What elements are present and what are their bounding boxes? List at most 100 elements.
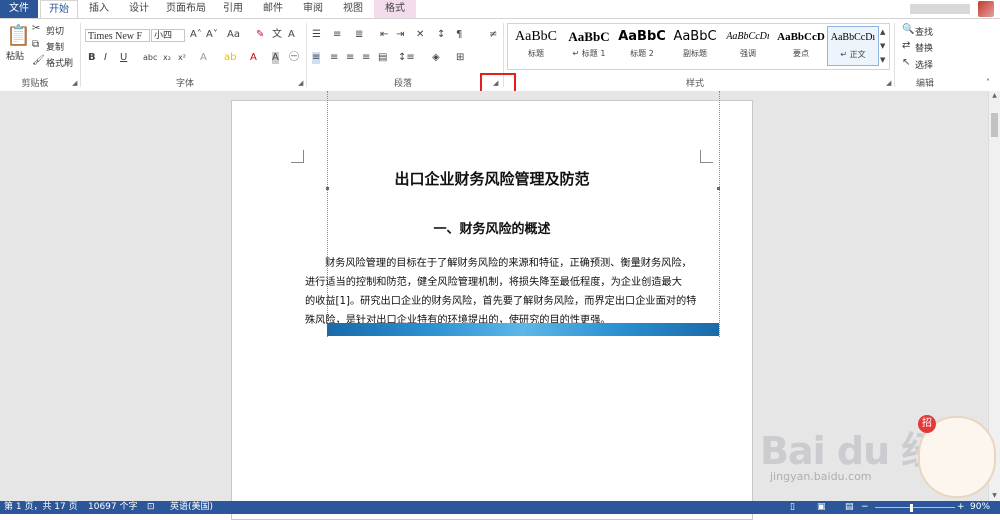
zoom-out-icon[interactable]: − bbox=[861, 501, 869, 514]
zoom-slider-thumb[interactable] bbox=[910, 504, 913, 512]
clear-format-icon[interactable]: ✎ bbox=[256, 29, 264, 41]
style-sample: AaBbC bbox=[618, 29, 666, 44]
scroll-up-icon[interactable]: ▲ bbox=[990, 91, 999, 101]
style-emphasis[interactable]: AaBbCcDı 强调 bbox=[722, 26, 774, 66]
style-subtitle[interactable]: AaBbC 副标题 bbox=[669, 26, 721, 66]
shading-icon[interactable]: ◈ bbox=[432, 52, 440, 64]
char-border-icon[interactable]: A bbox=[288, 29, 295, 41]
shrink-font-icon[interactable]: A˅ bbox=[206, 29, 218, 41]
text-effects-icon[interactable]: A bbox=[200, 52, 207, 64]
zoom-slider[interactable] bbox=[875, 507, 955, 508]
margin-corner-mark bbox=[700, 150, 713, 163]
scroll-thumb[interactable] bbox=[991, 113, 998, 137]
highlight-icon[interactable]: ab bbox=[224, 52, 236, 64]
paste-icon[interactable]: 📋 bbox=[6, 24, 31, 46]
tab-view[interactable]: 视图 bbox=[334, 0, 372, 18]
multilevel-list-icon[interactable]: ≣ bbox=[355, 29, 363, 41]
copy-button[interactable]: 复制 bbox=[46, 40, 64, 53]
show-marks-icon[interactable]: ¶ bbox=[456, 29, 462, 41]
zoom-level[interactable]: 90% bbox=[970, 501, 990, 514]
body-paragraph[interactable]: 财务风险管理的目标在于了解财务风险的来源和特征，正确预测、衡量财务风险， 进行适… bbox=[305, 254, 723, 330]
paragraph-line: 进行适当的控制和防范，健全风险管理机制，将损失降至最低程度，为企业创造最大 bbox=[305, 277, 682, 288]
tab-file[interactable]: 文件 bbox=[0, 0, 38, 18]
grow-font-icon[interactable]: A˄ bbox=[190, 29, 202, 41]
replace-button[interactable]: 替换 bbox=[915, 41, 933, 54]
cut-button[interactable]: 剪切 bbox=[46, 24, 64, 37]
change-case-icon[interactable]: Aa bbox=[227, 29, 240, 41]
avatar[interactable] bbox=[978, 1, 994, 17]
borders-icon[interactable]: ⊞ bbox=[456, 52, 464, 64]
tab-format[interactable]: 格式 bbox=[374, 0, 416, 18]
align-right-icon[interactable]: ≡ bbox=[346, 52, 354, 64]
proofing-icon[interactable]: ⊡ bbox=[147, 501, 155, 514]
line-spacing-icon[interactable]: ↕≡ bbox=[398, 52, 415, 64]
zoom-in-icon[interactable]: + bbox=[957, 501, 965, 514]
increase-indent-icon[interactable]: ⇥ bbox=[396, 29, 404, 41]
bold-icon[interactable]: B bbox=[88, 52, 96, 64]
word-count[interactable]: 10697 个字 bbox=[88, 501, 138, 514]
page-count[interactable]: 第 1 页，共 17 页 bbox=[4, 501, 78, 514]
font-color-icon[interactable]: A bbox=[250, 52, 257, 64]
italic-icon[interactable]: I bbox=[104, 52, 107, 64]
web-layout-icon[interactable]: ▤ bbox=[845, 501, 854, 514]
char-shading-icon[interactable]: A bbox=[272, 52, 279, 64]
select-button[interactable]: 选择 bbox=[915, 58, 933, 71]
styles-launcher-icon[interactable]: ◢ bbox=[886, 79, 891, 87]
tab-layout[interactable]: 页面布局 bbox=[160, 0, 212, 18]
style-normal[interactable]: AaBbCcDı ↵ 正文 bbox=[827, 26, 879, 66]
read-mode-icon[interactable]: ▯ bbox=[790, 501, 795, 514]
phonetic-guide-icon[interactable]: 文 bbox=[272, 29, 282, 41]
style-name: 副标题 bbox=[683, 49, 707, 58]
scroll-down-icon[interactable]: ▼ bbox=[990, 491, 999, 501]
style-heading-1[interactable]: AaBbC ↵ 标题 1 bbox=[563, 26, 615, 66]
superscript-icon[interactable]: x² bbox=[178, 52, 186, 64]
decrease-indent-icon[interactable]: ⇤ bbox=[380, 29, 388, 41]
font-launcher-icon[interactable]: ◢ bbox=[298, 79, 303, 87]
mascot-badge: 招 bbox=[918, 415, 936, 433]
tab-design[interactable]: 设计 bbox=[120, 0, 158, 18]
justify-icon[interactable]: ≡ bbox=[362, 52, 370, 64]
inline-image[interactable] bbox=[327, 323, 719, 336]
font-name-select[interactable]: Times New F bbox=[85, 29, 150, 42]
style-strong[interactable]: AaBbCcD 要点 bbox=[775, 26, 827, 66]
style-sample: AaBbCcDı bbox=[830, 32, 876, 43]
enclose-char-icon[interactable]: ㊀ bbox=[289, 52, 299, 64]
language-indicator[interactable]: 英语(美国) bbox=[170, 501, 213, 514]
distribute-icon[interactable]: ▤ bbox=[378, 52, 387, 64]
chinese-layout-icon[interactable]: ✕ bbox=[416, 29, 424, 41]
style-sample: AaBbCcDı bbox=[726, 31, 770, 42]
format-painter-button[interactable]: 格式刷 bbox=[46, 56, 73, 69]
subscript-icon[interactable]: x₂ bbox=[163, 52, 171, 64]
bullets-icon[interactable]: ☰ bbox=[312, 29, 321, 41]
divider bbox=[894, 23, 895, 87]
collapse-ribbon-icon[interactable]: ˄ bbox=[986, 77, 990, 89]
clipboard-launcher-icon[interactable]: ◢ bbox=[72, 79, 77, 87]
print-layout-icon[interactable]: ▣ bbox=[817, 501, 826, 514]
chevron-down-icon[interactable]: ▼ bbox=[880, 40, 885, 52]
paste-button[interactable]: 粘贴 bbox=[6, 49, 24, 62]
underline-icon[interactable]: U bbox=[120, 52, 127, 64]
tab-review[interactable]: 审阅 bbox=[294, 0, 332, 18]
font-group-label: 字体 bbox=[175, 79, 194, 89]
find-button[interactable]: 查找 bbox=[915, 25, 933, 38]
document-title: 出口企业财务风险管理及防范 bbox=[394, 170, 590, 188]
chevron-up-icon[interactable]: ▲ bbox=[880, 26, 885, 38]
align-left-icon[interactable]: ≡ bbox=[312, 52, 321, 64]
tab-home[interactable]: 开始 bbox=[40, 0, 78, 18]
style-title[interactable]: AaBbC 标题 bbox=[510, 26, 562, 66]
section-heading: 一、财务风险的概述 bbox=[433, 222, 551, 237]
align-center-icon[interactable]: ≡ bbox=[330, 52, 338, 64]
styles-group-label: 样式 bbox=[685, 79, 704, 89]
tab-insert[interactable]: 插入 bbox=[80, 0, 118, 18]
tab-references[interactable]: 引用 bbox=[214, 0, 252, 18]
font-size-select[interactable]: 小四 bbox=[151, 29, 185, 42]
strikethrough-icon[interactable]: abc bbox=[143, 52, 157, 64]
pinyin-icon[interactable]: ≠ bbox=[489, 29, 497, 41]
more-styles-icon[interactable]: ▼ bbox=[880, 54, 885, 66]
tab-mailings[interactable]: 邮件 bbox=[254, 0, 292, 18]
style-name: 标题 bbox=[528, 49, 544, 58]
style-heading-2[interactable]: AaBbC 标题 2 bbox=[616, 26, 668, 66]
numbering-icon[interactable]: ≡ bbox=[333, 29, 341, 41]
sort-icon[interactable]: ↕ bbox=[437, 29, 445, 41]
scissors-icon: ✂ bbox=[32, 23, 41, 34]
